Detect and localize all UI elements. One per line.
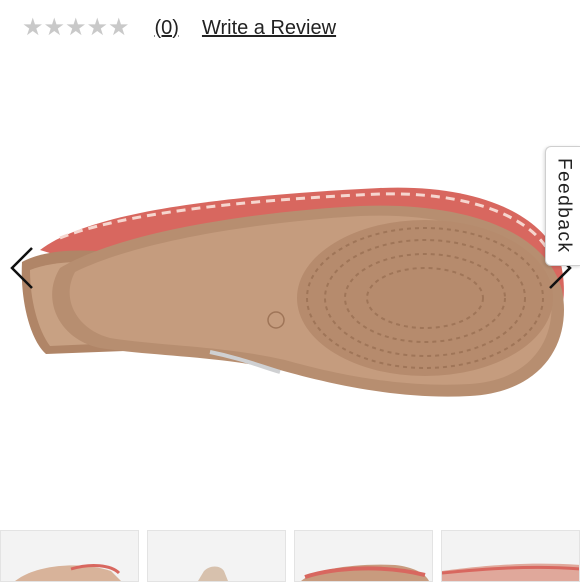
star-icon: ★: [108, 14, 130, 41]
star-icon: ★: [22, 14, 44, 41]
thumbnail-3[interactable]: [294, 530, 433, 582]
thumbnail-1[interactable]: [0, 530, 139, 582]
thumbnail-2[interactable]: [147, 530, 286, 582]
star-rating: ★ ★ ★ ★ ★: [22, 14, 130, 41]
star-icon: ★: [43, 14, 66, 41]
star-icon: ★: [86, 14, 109, 41]
rating-row: ★ ★ ★ ★ ★ (0) Write a Review: [22, 14, 336, 42]
star-icon: ★: [65, 14, 87, 41]
chevron-left-icon[interactable]: [8, 244, 38, 292]
feedback-label: Feedback: [553, 158, 575, 254]
thumbnail-strip: [0, 530, 580, 582]
main-product-image: [21, 187, 565, 397]
thumbnail-4[interactable]: [441, 530, 580, 582]
write-review-link[interactable]: Write a Review: [202, 17, 336, 40]
feedback-tab[interactable]: Feedback: [545, 146, 580, 266]
review-count-link[interactable]: (0): [155, 17, 179, 40]
